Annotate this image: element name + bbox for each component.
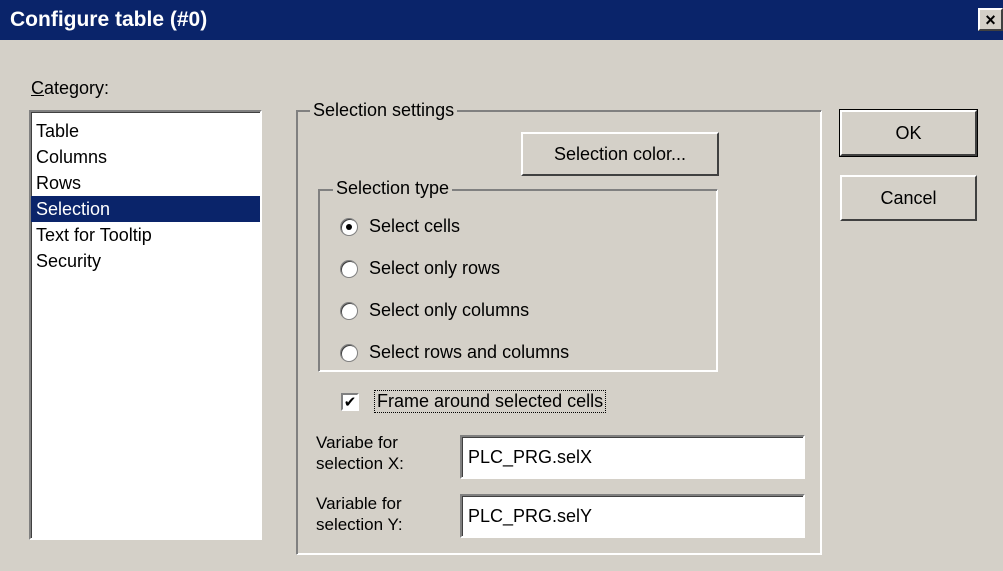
variable-x-label-line1: Variabe for <box>316 433 398 452</box>
category-item-table[interactable]: Table <box>31 118 260 144</box>
ok-button[interactable]: OK <box>839 109 978 157</box>
variable-y-input[interactable]: PLC_PRG.selY <box>460 494 805 538</box>
dialog-title: Configure table (#0) <box>10 8 208 31</box>
radio-button[interactable] <box>340 301 358 320</box>
radio-button[interactable] <box>340 343 358 362</box>
cancel-button[interactable]: Cancel <box>840 175 977 221</box>
title-bar[interactable]: Configure table (#0) × <box>0 0 1003 40</box>
radio-button[interactable] <box>340 217 358 236</box>
radio-select-rows-and-columns[interactable]: Select rows and columns <box>340 342 569 363</box>
category-item-security[interactable]: Security <box>31 248 260 274</box>
radio-selected-dot <box>346 223 352 230</box>
selection-color-button[interactable]: Selection color... <box>521 132 719 176</box>
radio-button[interactable] <box>340 259 358 278</box>
category-listbox[interactable]: Table Columns Rows Selection Text for To… <box>29 110 262 540</box>
category-item-selection[interactable]: Selection <box>31 196 260 222</box>
variable-x-label: Variabe for selection X: <box>316 432 404 474</box>
radio-select-only-rows[interactable]: Select only rows <box>340 258 500 279</box>
selection-settings-caption: Selection settings <box>310 100 458 121</box>
radio-select-only-columns[interactable]: Select only columns <box>340 300 529 321</box>
variable-x-input[interactable]: PLC_PRG.selX <box>460 435 805 479</box>
frame-around-cells-checkbox[interactable]: ✔ <box>341 393 359 411</box>
variable-y-label-line1: Variable for <box>316 494 402 513</box>
configure-table-dialog: Configure table (#0) × Category: Table C… <box>0 0 1003 571</box>
frame-around-cells-label[interactable]: Frame around selected cells <box>373 390 607 413</box>
variable-y-label: Variable for selection Y: <box>316 493 403 535</box>
selection-type-caption: Selection type <box>333 178 453 199</box>
radio-label: Select cells <box>369 216 461 236</box>
radio-label: Select rows and columns <box>369 342 570 362</box>
variable-x-label-line2: selection X: <box>316 454 404 473</box>
category-item-rows[interactable]: Rows <box>31 170 260 196</box>
radio-label: Select only columns <box>369 300 530 320</box>
radio-select-cells[interactable]: Select cells <box>340 216 460 237</box>
category-item-columns[interactable]: Columns <box>31 144 260 170</box>
variable-y-label-line2: selection Y: <box>316 515 403 534</box>
category-item-text-for-tooltip[interactable]: Text for Tooltip <box>31 222 260 248</box>
close-button[interactable]: × <box>978 8 1003 31</box>
checkmark-icon: ✔ <box>343 393 357 411</box>
radio-label: Select only rows <box>369 258 501 278</box>
category-label: Category: <box>31 78 110 98</box>
close-icon: × <box>985 9 996 30</box>
